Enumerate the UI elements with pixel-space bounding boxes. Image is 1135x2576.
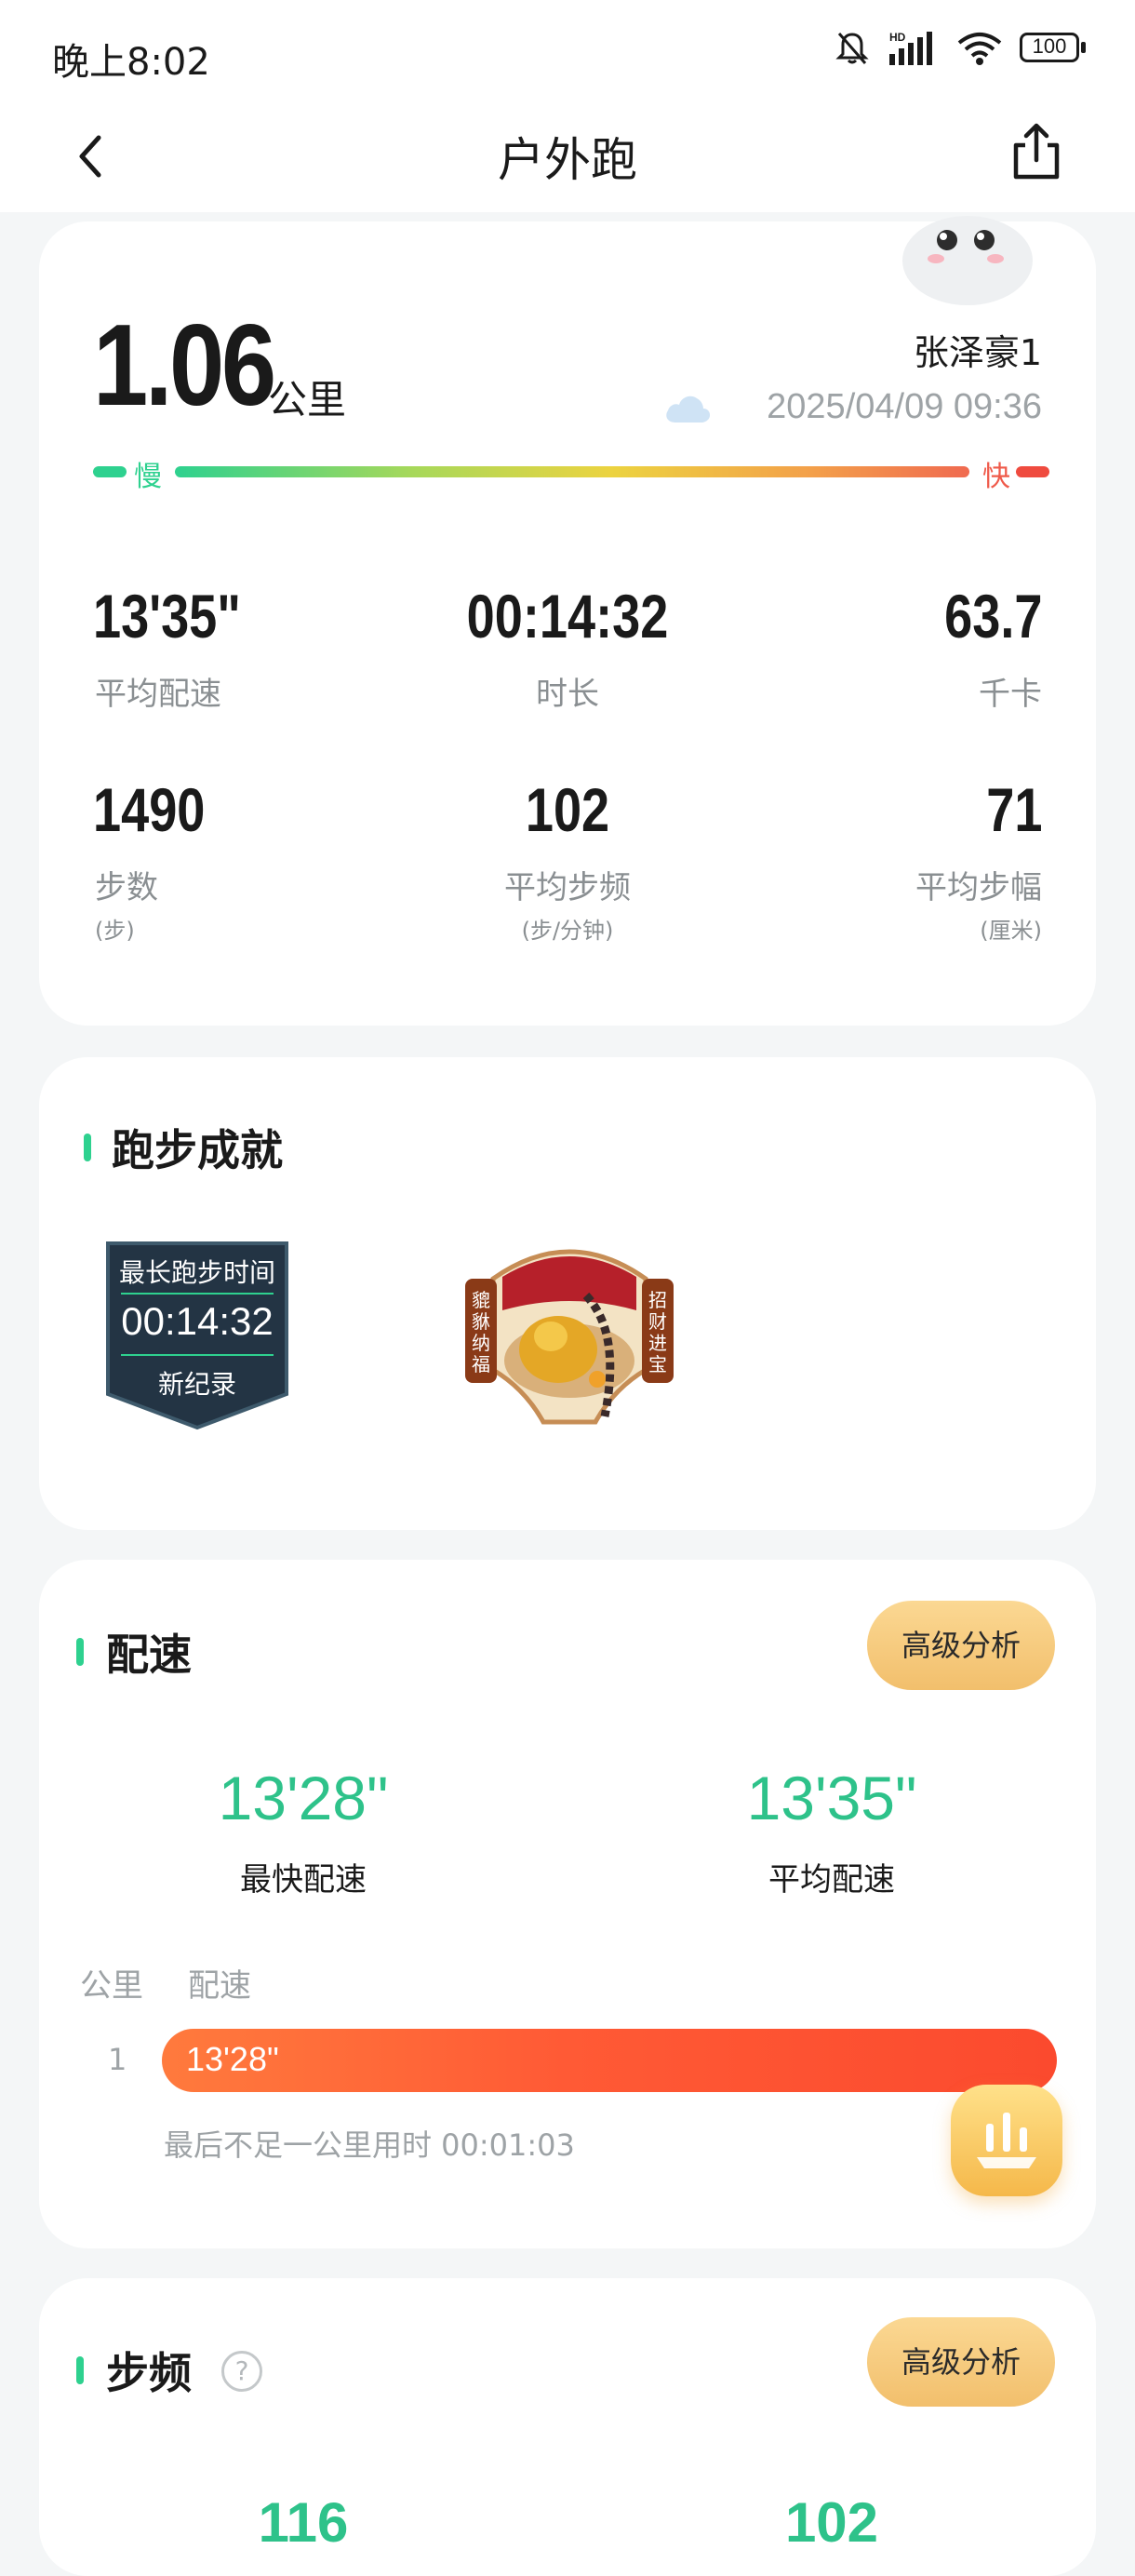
km-column-header: 公里 [80, 1967, 143, 2005]
help-icon[interactable]: ? [221, 2351, 262, 2392]
last-segment-note: 最后不足一公里用时 00:01:03 [164, 2127, 575, 2163]
stat-cadence-value: 102 [525, 775, 610, 844]
badge-top-text: 最长跑步时间 [118, 1257, 275, 1288]
average-pace-label: 平均配速 [768, 1861, 895, 1898]
signal-label: HD [889, 31, 906, 44]
wifi-icon [957, 33, 1002, 65]
stat-steps-unit: (步) [95, 918, 135, 944]
pace-row-value: 13'28" [186, 2040, 279, 2078]
achievements-title: 跑步成就 [112, 1125, 283, 1175]
pace-column-header: 配速 [188, 1967, 251, 2005]
section-accent [84, 1134, 91, 1161]
fastest-pace-value: 13'28" [218, 1764, 389, 1832]
pace-gradient [175, 466, 969, 477]
stat-steps-label: 步数 [95, 869, 158, 906]
distance-value: 1.06 [93, 302, 276, 430]
mute-bell-icon [835, 33, 869, 64]
stat-stride-label: 平均步幅 [915, 869, 1042, 906]
cadence-advanced-analysis-button[interactable]: 高级分析 [867, 2317, 1055, 2407]
stat-duration-label: 时长 [536, 676, 599, 713]
cadence-title: 步频 [106, 2348, 192, 2398]
pixiu-left-text: 貔貅纳福 [472, 1289, 490, 1375]
cadence-max-value: 116 [258, 2491, 349, 2554]
fast-dash [1016, 466, 1049, 477]
cadence-avg-value: 102 [784, 2491, 879, 2554]
share-button[interactable] [1008, 121, 1064, 182]
pace-card: 配速 高级分析 13'28" 最快配速 13'35" 平均配速 公里 配速 1 … [39, 1560, 1096, 2248]
stat-calories-value: 63.7 [943, 582, 1042, 651]
pace-title: 配速 [106, 1630, 192, 1680]
status-icons: HD 100 [834, 30, 1087, 67]
status-time: 晚上8:02 [52, 41, 210, 84]
top-bar: 晚上8:02 HD 100 户外跑 [0, 0, 1135, 212]
pace-scale-bar: 慢 快 [93, 458, 1049, 493]
floating-analysis-button[interactable] [951, 2085, 1062, 2196]
summary-card: 1.06 公里 张泽豪1 2025/04/09 09:36 慢 快 13'35"… [39, 216, 1096, 1026]
stat-steps-value: 1490 [93, 775, 206, 844]
cadence-card: 步频 ? 高级分析 116 102 [39, 2278, 1096, 2576]
user-name: 张泽豪1 [913, 332, 1042, 373]
stat-calories-label: 千卡 [979, 676, 1042, 713]
slow-dash [93, 466, 127, 477]
stat-cadence-unit: (步/分钟) [521, 918, 614, 944]
mascot-avatar [902, 216, 1033, 305]
pixiu-badge[interactable]: 貔貅纳福 招财进宝 [465, 1230, 674, 1431]
section-accent [76, 2356, 84, 2384]
cloud-icon [666, 396, 711, 423]
battery-icon: 100 [1020, 33, 1087, 64]
stat-stride-unit: (厘米) [980, 918, 1042, 944]
battery-level: 100 [1032, 34, 1067, 58]
page-title: 户外跑 [498, 133, 637, 187]
pace-row-bar: 13'28" [162, 2029, 1057, 2092]
stat-avg-pace-value: 13'35" [93, 582, 241, 651]
pace-advanced-analysis-button[interactable]: 高级分析 [867, 1601, 1055, 1690]
longest-time-badge[interactable]: 最长跑步时间 00:14:32 新纪录 [100, 1240, 294, 1431]
pace-row-km: 1 [108, 2042, 127, 2077]
stat-stride-value: 71 [985, 775, 1042, 844]
stat-avg-pace-label: 平均配速 [95, 676, 221, 713]
stat-cadence-label: 平均步频 [504, 869, 631, 906]
badge-value-text: 00:14:32 [121, 1299, 274, 1343]
distance-unit: 公里 [268, 377, 347, 423]
signal-icon: HD [889, 31, 932, 65]
fastest-pace-label: 最快配速 [240, 1861, 367, 1898]
fast-label: 快 [982, 461, 1010, 493]
achievements-card: 跑步成就 最长跑步时间 00:14:32 新纪录 貔貅纳福 招财进宝 [39, 1057, 1096, 1530]
section-accent [76, 1638, 84, 1666]
slow-label: 慢 [134, 461, 162, 493]
stat-duration-value: 00:14:32 [466, 582, 669, 651]
average-pace-value: 13'35" [746, 1764, 917, 1832]
badge-bottom-text: 新纪录 [157, 1369, 236, 1400]
bars-icon [977, 2113, 1036, 2168]
pixiu-right-text: 招财进宝 [648, 1289, 667, 1375]
run-datetime: 2025/04/09 09:36 [767, 387, 1042, 426]
